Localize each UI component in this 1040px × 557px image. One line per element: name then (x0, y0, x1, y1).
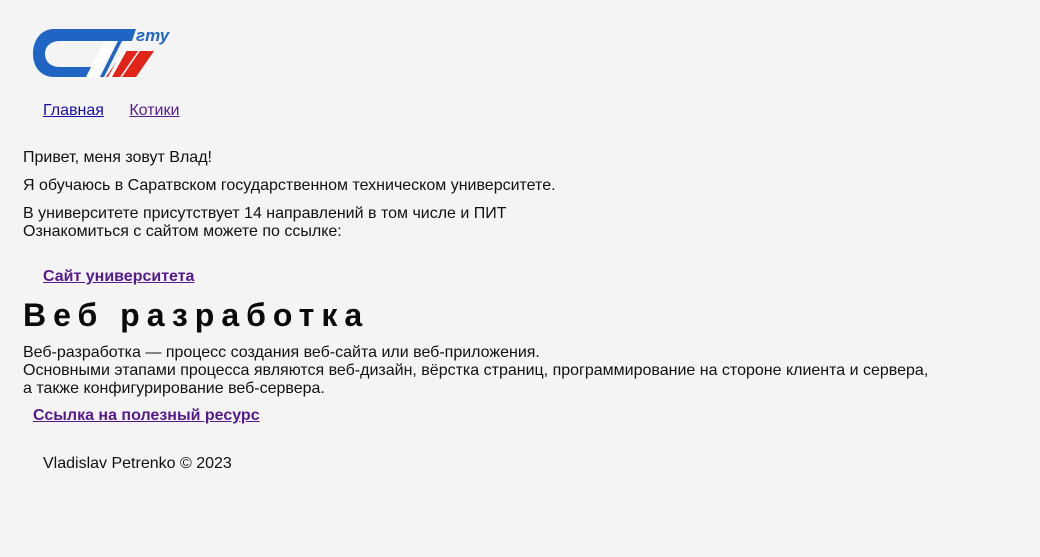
nav-link-home[interactable]: Главная (43, 102, 104, 119)
webdev-paragraph: Веб-разработка — процесс создания веб-са… (23, 344, 928, 398)
nav-link-cats[interactable]: Котики (129, 102, 179, 119)
greeting-text: Привет, меня зовут Влад! (23, 149, 212, 166)
useful-resource-link[interactable]: Ссылка на полезный ресурс (33, 407, 260, 425)
directions-paragraph: В университете присутствует 14 направлен… (23, 205, 507, 241)
webdev-line-1: Веб-разработка — процесс создания веб-са… (23, 344, 540, 361)
webdev-line-3: а также конфигурирование веб-сервера. (23, 380, 325, 397)
university-site-link[interactable]: Сайт университета (43, 268, 194, 286)
logo-text: гту (136, 27, 171, 45)
main-nav: Главная Котики (43, 102, 200, 120)
page: гту Главная Котики Привет, меня зовут Вл… (0, 0, 1040, 557)
section-title: Веб разработка (23, 297, 370, 333)
webdev-line-2: Основными этапами процесса являются веб-… (23, 362, 929, 379)
directions-text: В университете присутствует 14 направлен… (23, 205, 507, 222)
university-logo: гту (33, 27, 171, 77)
footer-copyright: Vladislav Petrenko © 2023 (43, 455, 232, 472)
site-hint-text: Ознакомиться с сайтом можете по ссылке: (23, 223, 342, 240)
study-text: Я обучаюсь в Саратвском государственном … (23, 177, 556, 194)
